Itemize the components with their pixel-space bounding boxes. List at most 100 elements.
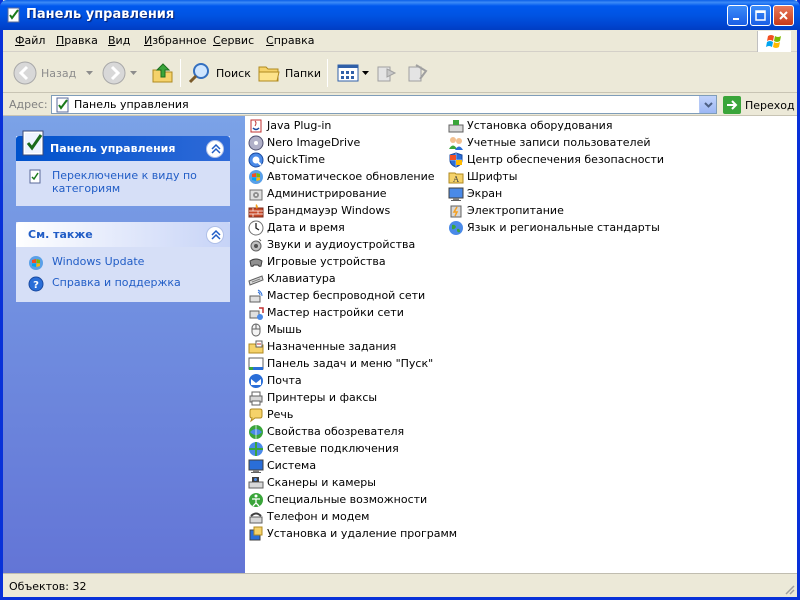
add-remove-programs-icon bbox=[249, 526, 263, 540]
control-panel-item[interactable]: Мастер беспроводной сети bbox=[248, 287, 425, 304]
minimize-icon bbox=[733, 18, 739, 20]
collapse-button[interactable] bbox=[206, 140, 224, 158]
folders-button[interactable]: Папки bbox=[257, 59, 321, 87]
control-panel-item[interactable]: Мастер настройки сети bbox=[248, 304, 404, 321]
copy-to-button[interactable] bbox=[406, 59, 430, 87]
control-panel-item-label: Электропитание bbox=[467, 204, 564, 217]
collapse-button[interactable] bbox=[206, 226, 224, 244]
control-panel-item-label: Сканеры и камеры bbox=[267, 476, 376, 489]
control-panel-item-label: Администрирование bbox=[267, 187, 387, 200]
taskbar-icon bbox=[248, 357, 264, 370]
control-panel-item[interactable]: Игровые устройства bbox=[248, 253, 386, 270]
up-folder-button[interactable] bbox=[151, 59, 175, 87]
control-panel-item[interactable]: QuickTime bbox=[248, 151, 325, 168]
control-panel-item[interactable]: Дата и время bbox=[248, 219, 345, 236]
close-button[interactable] bbox=[773, 5, 794, 26]
toolbar-separator bbox=[327, 59, 328, 87]
maximize-button[interactable] bbox=[750, 5, 771, 26]
control-panel-item[interactable]: A Шрифты bbox=[448, 168, 517, 185]
control-panel-item[interactable]: Речь bbox=[248, 406, 293, 423]
maximize-icon bbox=[755, 10, 766, 21]
control-panel-item[interactable]: Почта bbox=[248, 372, 302, 389]
control-panel-item[interactable]: Принтеры и факсы bbox=[248, 389, 377, 406]
help-icon: ? bbox=[28, 276, 44, 292]
control-panel-item[interactable]: Учетные записи пользователей bbox=[448, 134, 651, 151]
control-panel-item[interactable]: Автоматическое обновление bbox=[248, 168, 435, 185]
control-panel-item-label: Установка оборудования bbox=[467, 119, 613, 132]
go-button[interactable]: Переход bbox=[723, 96, 795, 114]
control-panel-item[interactable]: Клавиатура bbox=[248, 270, 336, 287]
back-dropdown-icon bbox=[86, 71, 94, 75]
windows-update-link[interactable]: Windows Update bbox=[28, 255, 220, 271]
see-also-panel-body: Windows Update ? Справка и поддержка bbox=[16, 247, 230, 307]
task-pane: Панель управления Переключение к виду по… bbox=[3, 116, 245, 573]
control-panel-item[interactable]: Администрирование bbox=[248, 185, 387, 202]
control-panel-item[interactable]: Специальные возможности bbox=[248, 491, 427, 508]
control-panel-item[interactable]: Центр обеспечения безопасности bbox=[448, 151, 664, 168]
forward-button[interactable] bbox=[102, 59, 137, 87]
status-bar: Объектов: 32 bbox=[3, 573, 797, 597]
minimize-button[interactable] bbox=[727, 5, 748, 26]
address-input[interactable]: Панель управления bbox=[51, 95, 717, 114]
see-also-panel-title: См. также bbox=[28, 228, 93, 241]
resize-grip-icon[interactable] bbox=[783, 583, 795, 595]
control-panel-item-label: Клавиатура bbox=[267, 272, 336, 285]
go-label: Переход bbox=[745, 98, 795, 112]
control-panel-item-label: Мастер беспроводной сети bbox=[267, 289, 426, 302]
svg-text:?: ? bbox=[33, 280, 39, 291]
control-panel-item[interactable]: Мышь bbox=[248, 321, 302, 338]
address-dropdown-button[interactable] bbox=[699, 96, 716, 113]
toolbar-separator bbox=[180, 59, 181, 87]
control-panel-item[interactable]: Назначенные задания bbox=[248, 338, 396, 355]
double-chevron-up-icon bbox=[211, 229, 221, 240]
control-panel-item-label: Сетевые подключения bbox=[267, 442, 399, 455]
control-panel-item[interactable]: Брандмауэр Windows bbox=[248, 202, 390, 219]
title-bar[interactable]: Панель управления bbox=[0, 0, 800, 30]
views-grid-icon bbox=[337, 64, 359, 82]
control-panel-item-label: Звуки и аудиоустройства bbox=[267, 238, 416, 251]
control-panel-item-label: Панель задач и меню "Пуск" bbox=[267, 357, 434, 370]
menu-view[interactable]: Вид bbox=[108, 34, 130, 47]
back-label: Назад bbox=[41, 66, 77, 80]
search-button[interactable]: Поиск bbox=[188, 59, 251, 87]
control-panel-item[interactable]: Электропитание bbox=[448, 202, 564, 219]
address-value: Панель управления bbox=[74, 98, 189, 111]
control-panel-item-label: Мышь bbox=[267, 323, 302, 336]
control-panel-item[interactable]: Nero ImageDrive bbox=[248, 134, 360, 151]
menu-edit[interactable]: Правка bbox=[56, 34, 98, 47]
control-panel-item-label: Дата и время bbox=[267, 221, 345, 234]
menu-file[interactable]: Файл bbox=[15, 34, 45, 47]
forward-dropdown-icon bbox=[130, 71, 137, 75]
control-panel-item[interactable]: Система bbox=[248, 457, 316, 474]
control-panel-item-label: Игровые устройства bbox=[267, 255, 386, 268]
control-panel-item[interactable]: Телефон и модем bbox=[248, 508, 369, 525]
control-panel-item[interactable]: Сканеры и камеры bbox=[248, 474, 376, 491]
control-panel-item[interactable]: Язык и региональные стандарты bbox=[448, 219, 660, 236]
move-to-button[interactable] bbox=[375, 59, 399, 87]
menu-favorites[interactable]: Избранное bbox=[144, 34, 206, 47]
see-also-panel: См. также Windows Update ? Справка и под… bbox=[16, 222, 230, 302]
network-wizard-icon bbox=[249, 306, 264, 320]
chevron-down-icon bbox=[704, 102, 713, 108]
control-panel-item[interactable]: Экран bbox=[448, 185, 502, 202]
menu-tools[interactable]: Сервис bbox=[213, 34, 254, 47]
back-button[interactable]: Назад bbox=[13, 59, 94, 87]
see-also-panel-header[interactable]: См. также bbox=[16, 222, 230, 247]
control-panel-item[interactable]: Java Plug-in bbox=[248, 117, 331, 134]
views-dropdown-icon bbox=[362, 71, 369, 75]
close-icon bbox=[779, 11, 788, 20]
control-panel-item-label: Система bbox=[267, 459, 317, 472]
help-and-support-link[interactable]: ? Справка и поддержка bbox=[28, 276, 220, 292]
switch-to-category-view-link[interactable]: Переключение к виду по категориям bbox=[28, 169, 220, 195]
views-button[interactable] bbox=[336, 59, 369, 87]
menu-help[interactable]: Справка bbox=[266, 34, 314, 47]
control-panel-item[interactable]: Свойства обозревателя bbox=[248, 423, 404, 440]
control-panel-item[interactable]: Сетевые подключения bbox=[248, 440, 399, 457]
control-panel-item[interactable]: Установка и удаление программ bbox=[248, 525, 457, 542]
quicktime-icon bbox=[248, 152, 264, 167]
control-panel-item-label: Принтеры и факсы bbox=[267, 391, 378, 404]
control-panel-item[interactable]: Установка оборудования bbox=[448, 117, 612, 134]
control-panel-panel-header[interactable]: Панель управления bbox=[16, 130, 230, 161]
control-panel-item[interactable]: Звуки и аудиоустройства bbox=[248, 236, 415, 253]
control-panel-item[interactable]: Панель задач и меню "Пуск" bbox=[248, 355, 433, 372]
